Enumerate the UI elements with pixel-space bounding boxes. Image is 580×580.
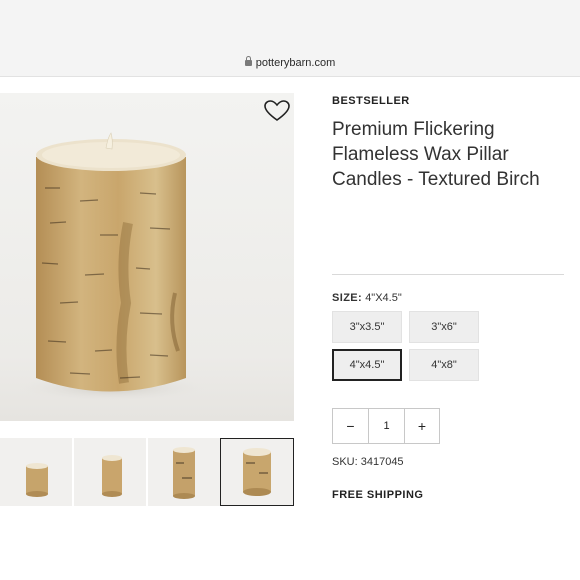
thumbnail-4-image (243, 448, 271, 496)
birch-pillar-candle-image (17, 132, 207, 402)
thumbnail-2-image (102, 455, 122, 497)
lock-icon (244, 56, 252, 66)
size-option-4x8[interactable]: 4"x8" (409, 349, 479, 381)
quantity-stepper: − 1 + (332, 408, 440, 444)
sku-text: SKU: 3417045 (332, 456, 404, 468)
url-display[interactable]: potterybarn.com (0, 56, 580, 69)
thumbnail-3[interactable] (148, 438, 220, 506)
size-label-key: SIZE: (332, 292, 363, 304)
free-shipping-label: FREE SHIPPING (332, 489, 424, 501)
increase-quantity-button[interactable]: + (404, 409, 439, 443)
thumbnail-3-image (173, 447, 195, 499)
thumbnail-2[interactable] (74, 438, 146, 506)
size-label-value: 4"X4.5" (365, 292, 402, 304)
size-option-3x6[interactable]: 3"x6" (409, 311, 479, 343)
decrease-quantity-button[interactable]: − (333, 409, 369, 443)
thumbnail-strip (0, 438, 294, 506)
main-product-image[interactable] (0, 93, 294, 421)
size-option-3x3.5[interactable]: 3"x3.5" (332, 311, 402, 343)
thumbnail-4[interactable] (220, 438, 294, 506)
browser-address-bar[interactable]: potterybarn.com (0, 0, 580, 77)
size-label: SIZE: 4"X4.5" (332, 292, 402, 304)
thumbnail-1-image (26, 463, 48, 497)
domain-text: potterybarn.com (255, 57, 336, 69)
divider (332, 274, 564, 275)
thumbnail-1[interactable] (0, 438, 72, 506)
quantity-input[interactable]: 1 (369, 409, 404, 443)
size-option-4x4.5[interactable]: 4"x4.5" (332, 349, 402, 381)
product-title: Premium Flickering Flameless Wax Pillar … (332, 119, 540, 190)
bestseller-badge: BESTSELLER (332, 95, 410, 107)
heart-icon[interactable] (264, 100, 290, 122)
